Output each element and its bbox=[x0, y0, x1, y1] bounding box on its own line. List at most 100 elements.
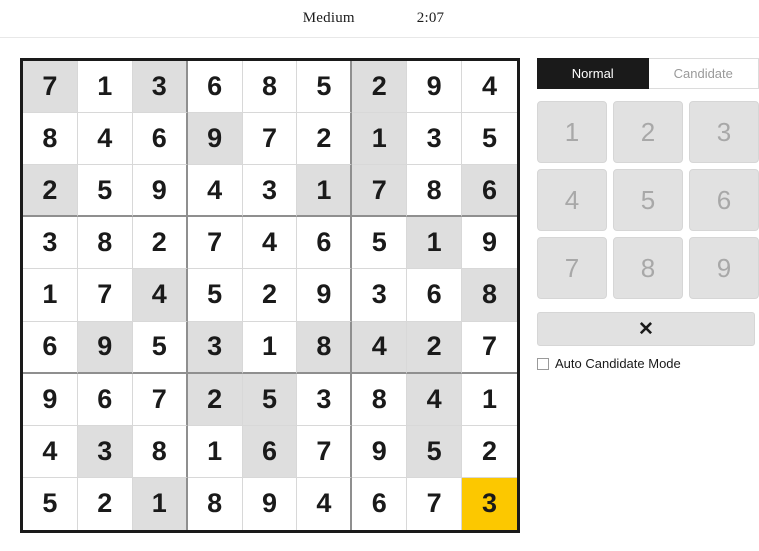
sudoku-cell-r6c3[interactable]: 5 bbox=[132, 321, 188, 374]
sudoku-cell-r3c4[interactable]: 4 bbox=[187, 165, 243, 218]
sudoku-cell-r5c1[interactable]: 1 bbox=[23, 269, 78, 322]
sudoku-cell-r7c8[interactable]: 4 bbox=[407, 373, 463, 426]
sudoku-cell-r9c4[interactable]: 8 bbox=[187, 477, 243, 530]
sudoku-cell-r9c3[interactable]: 1 bbox=[132, 477, 188, 530]
sudoku-cell-r7c6[interactable]: 3 bbox=[297, 373, 353, 426]
sudoku-cell-r1c6[interactable]: 5 bbox=[297, 61, 353, 114]
sudoku-cell-r5c7[interactable]: 3 bbox=[352, 269, 408, 322]
sudoku-cell-r7c9[interactable]: 1 bbox=[462, 373, 517, 426]
sudoku-cell-r2c9[interactable]: 5 bbox=[462, 113, 517, 166]
number-button-3[interactable]: 3 bbox=[689, 101, 759, 163]
number-pad: 123 456 789 bbox=[537, 101, 759, 299]
sudoku-cell-r6c2[interactable]: 9 bbox=[77, 321, 133, 374]
sudoku-cell-r7c5[interactable]: 5 bbox=[242, 373, 298, 426]
sudoku-cell-r8c6[interactable]: 7 bbox=[297, 425, 353, 478]
sudoku-cell-r1c1[interactable]: 7 bbox=[23, 61, 78, 114]
sudoku-cell-r8c1[interactable]: 4 bbox=[23, 425, 78, 478]
sudoku-cell-r5c9[interactable]: 8 bbox=[462, 269, 517, 322]
sudoku-cell-r2c4[interactable]: 9 bbox=[187, 113, 243, 166]
sudoku-cell-r1c4[interactable]: 6 bbox=[187, 61, 243, 114]
sudoku-cell-r5c6[interactable]: 9 bbox=[297, 269, 353, 322]
number-button-1[interactable]: 1 bbox=[537, 101, 607, 163]
sudoku-cell-r8c9[interactable]: 2 bbox=[462, 425, 517, 478]
sudoku-cell-r7c2[interactable]: 6 bbox=[77, 373, 133, 426]
sudoku-cell-r6c6[interactable]: 8 bbox=[297, 321, 353, 374]
auto-candidate-row: Auto Candidate Mode bbox=[537, 356, 759, 371]
sudoku-cell-r4c3[interactable]: 2 bbox=[132, 217, 188, 270]
number-button-6[interactable]: 6 bbox=[689, 169, 759, 231]
sudoku-cell-r9c5[interactable]: 9 bbox=[242, 477, 298, 530]
erase-button[interactable]: ✕ bbox=[537, 312, 755, 346]
sudoku-cell-r4c8[interactable]: 1 bbox=[407, 217, 463, 270]
sudoku-cell-r3c8[interactable]: 8 bbox=[407, 165, 463, 218]
number-button-7[interactable]: 7 bbox=[537, 237, 607, 299]
sudoku-cell-r3c1[interactable]: 2 bbox=[23, 165, 78, 218]
sudoku-cell-r4c5[interactable]: 4 bbox=[242, 217, 298, 270]
sudoku-cell-r3c6[interactable]: 1 bbox=[297, 165, 353, 218]
sudoku-cell-r6c4[interactable]: 3 bbox=[187, 321, 243, 374]
sudoku-cell-r3c9[interactable]: 6 bbox=[462, 165, 517, 218]
sudoku-cell-r8c5[interactable]: 6 bbox=[242, 425, 298, 478]
sudoku-cell-r6c1[interactable]: 6 bbox=[23, 321, 78, 374]
sudoku-cell-r5c3[interactable]: 4 bbox=[132, 269, 188, 322]
sudoku-cell-r2c7[interactable]: 1 bbox=[352, 113, 408, 166]
sudoku-cell-r2c1[interactable]: 8 bbox=[23, 113, 78, 166]
sudoku-cell-r6c9[interactable]: 7 bbox=[462, 321, 517, 374]
sudoku-cell-r1c2[interactable]: 1 bbox=[77, 61, 133, 114]
sudoku-cell-r5c8[interactable]: 6 bbox=[407, 269, 463, 322]
tab-candidate[interactable]: Candidate bbox=[648, 58, 759, 89]
sudoku-cell-r6c8[interactable]: 2 bbox=[407, 321, 463, 374]
sudoku-cell-r1c9[interactable]: 4 bbox=[462, 61, 517, 114]
mode-tab-group: Normal Candidate bbox=[537, 58, 759, 89]
sudoku-cell-r8c4[interactable]: 1 bbox=[187, 425, 243, 478]
sudoku-cell-r2c5[interactable]: 7 bbox=[242, 113, 298, 166]
sudoku-cell-r9c8[interactable]: 7 bbox=[407, 477, 463, 530]
sudoku-cell-r7c1[interactable]: 9 bbox=[23, 373, 78, 426]
timer-label: 2:07 bbox=[416, 10, 445, 26]
number-button-4[interactable]: 4 bbox=[537, 169, 607, 231]
sudoku-cell-r8c3[interactable]: 8 bbox=[132, 425, 188, 478]
tab-normal-label: Normal bbox=[571, 66, 614, 81]
sudoku-cell-r1c3[interactable]: 3 bbox=[132, 61, 188, 114]
number-button-2[interactable]: 2 bbox=[613, 101, 683, 163]
sudoku-cell-r3c5[interactable]: 3 bbox=[242, 165, 298, 218]
sudoku-cell-r9c1[interactable]: 5 bbox=[23, 477, 78, 530]
sudoku-cell-r3c7[interactable]: 7 bbox=[352, 165, 408, 218]
sudoku-cell-r7c7[interactable]: 8 bbox=[352, 373, 408, 426]
sudoku-cell-r1c7[interactable]: 2 bbox=[352, 61, 408, 114]
sudoku-cell-r7c3[interactable]: 7 bbox=[132, 373, 188, 426]
sudoku-cell-r5c2[interactable]: 7 bbox=[77, 269, 133, 322]
sudoku-cell-r8c2[interactable]: 3 bbox=[77, 425, 133, 478]
sudoku-cell-r6c7[interactable]: 4 bbox=[352, 321, 408, 374]
sudoku-board[interactable]: 7136852948469721352594317863827465191745… bbox=[20, 58, 520, 533]
sudoku-cell-r8c7[interactable]: 9 bbox=[352, 425, 408, 478]
sudoku-cell-r2c6[interactable]: 2 bbox=[297, 113, 353, 166]
sudoku-cell-r5c4[interactable]: 5 bbox=[187, 269, 243, 322]
sudoku-cell-r4c2[interactable]: 8 bbox=[77, 217, 133, 270]
sudoku-cell-r4c6[interactable]: 6 bbox=[297, 217, 353, 270]
sudoku-cell-r4c1[interactable]: 3 bbox=[23, 217, 78, 270]
number-button-9[interactable]: 9 bbox=[689, 237, 759, 299]
sudoku-cell-r1c5[interactable]: 8 bbox=[242, 61, 298, 114]
sudoku-cell-r1c8[interactable]: 9 bbox=[407, 61, 463, 114]
sudoku-cell-r4c4[interactable]: 7 bbox=[187, 217, 243, 270]
sudoku-cell-r9c2[interactable]: 2 bbox=[77, 477, 133, 530]
sudoku-cell-r5c5[interactable]: 2 bbox=[242, 269, 298, 322]
sudoku-cell-r9c7[interactable]: 6 bbox=[352, 477, 408, 530]
sudoku-cell-r2c8[interactable]: 3 bbox=[407, 113, 463, 166]
sudoku-cell-r2c3[interactable]: 6 bbox=[132, 113, 188, 166]
number-button-5[interactable]: 5 bbox=[613, 169, 683, 231]
sudoku-cell-r4c7[interactable]: 5 bbox=[352, 217, 408, 270]
sudoku-cell-r4c9[interactable]: 9 bbox=[462, 217, 517, 270]
sudoku-cell-r3c2[interactable]: 5 bbox=[77, 165, 133, 218]
auto-candidate-checkbox[interactable] bbox=[537, 357, 549, 370]
sudoku-cell-r9c9[interactable]: 3 bbox=[462, 477, 517, 530]
sudoku-cell-r3c3[interactable]: 9 bbox=[132, 165, 188, 218]
sudoku-cell-r9c6[interactable]: 4 bbox=[297, 477, 353, 530]
number-button-8[interactable]: 8 bbox=[613, 237, 683, 299]
sudoku-cell-r6c5[interactable]: 1 bbox=[242, 321, 298, 374]
sudoku-cell-r2c2[interactable]: 4 bbox=[77, 113, 133, 166]
tab-normal[interactable]: Normal bbox=[537, 58, 649, 89]
sudoku-cell-r8c8[interactable]: 5 bbox=[407, 425, 463, 478]
sudoku-cell-r7c4[interactable]: 2 bbox=[187, 373, 243, 426]
